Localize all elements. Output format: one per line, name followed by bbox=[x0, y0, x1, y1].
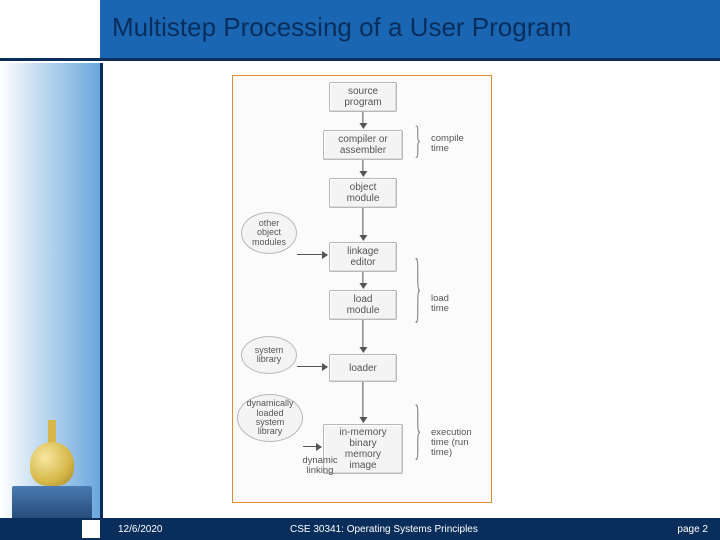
dome-base-icon bbox=[12, 486, 92, 518]
oval-system-library: systemlibrary bbox=[241, 336, 297, 374]
harrow-dynlib bbox=[303, 446, 321, 447]
brace-load-time: } bbox=[414, 245, 421, 335]
brace-execution-time: } bbox=[414, 394, 421, 471]
brace-compile-time: } bbox=[414, 120, 421, 165]
node-load-module: loadmodule bbox=[329, 290, 397, 320]
arrow-5 bbox=[362, 320, 363, 352]
slide-title: Multistep Processing of a User Program bbox=[112, 12, 572, 43]
pipeline-diagram: sourceprogram compiler orassembler objec… bbox=[232, 75, 492, 503]
footer-page-number: page 2 bbox=[677, 524, 708, 535]
oval-dynamic-library: dynamicallyloadedsystemlibrary bbox=[237, 394, 303, 442]
label-load-time: loadtime bbox=[431, 294, 449, 314]
footer-accent-block bbox=[82, 520, 100, 538]
footer-course: CSE 30341: Operating Systems Principles bbox=[290, 524, 478, 535]
arrow-4 bbox=[362, 272, 363, 288]
arrow-1 bbox=[362, 112, 363, 128]
slide: Multistep Processing of a User Program s… bbox=[0, 0, 720, 540]
label-execution-time: executiontime (runtime) bbox=[431, 428, 472, 458]
node-source-program: sourceprogram bbox=[329, 82, 397, 112]
dome-icon bbox=[30, 442, 74, 486]
arrow-2 bbox=[362, 160, 363, 176]
arrow-6 bbox=[362, 382, 363, 422]
dome-spire-icon bbox=[48, 420, 56, 444]
nd-dome-logo bbox=[12, 398, 92, 518]
harrow-syslib bbox=[297, 366, 327, 367]
label-dynamic-linking: dynamiclinking bbox=[295, 456, 345, 476]
footer-bar: 12/6/2020 CSE 30341: Operating Systems P… bbox=[0, 518, 720, 540]
footer-date: 12/6/2020 bbox=[118, 524, 163, 535]
node-linkage-editor: linkageeditor bbox=[329, 242, 397, 272]
corner-tab bbox=[0, 0, 100, 58]
header-underline bbox=[0, 58, 720, 61]
node-object-module: objectmodule bbox=[329, 178, 397, 208]
node-loader: loader bbox=[329, 354, 397, 382]
harrow-other-obj bbox=[297, 254, 327, 255]
oval-other-object-modules: otherobjectmodules bbox=[241, 212, 297, 254]
node-compiler-assembler: compiler orassembler bbox=[323, 130, 403, 160]
label-compile-time: compiletime bbox=[431, 134, 464, 154]
arrow-3 bbox=[362, 208, 363, 240]
